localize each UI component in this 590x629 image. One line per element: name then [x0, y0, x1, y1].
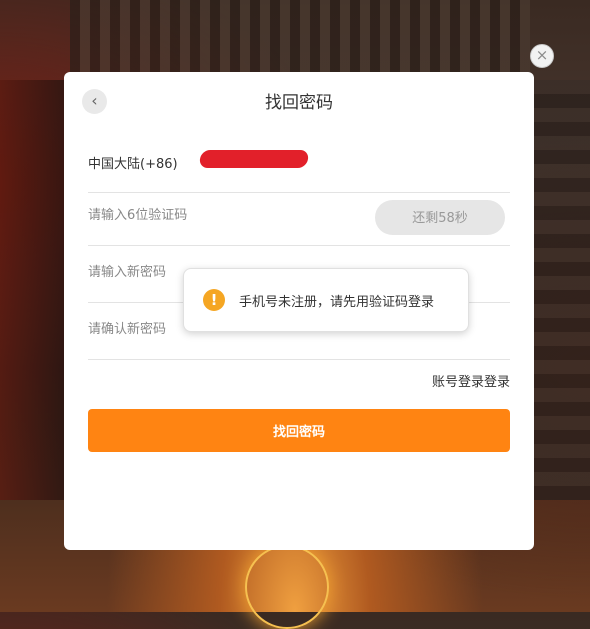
background-glow: [245, 545, 329, 629]
warning-icon: !: [203, 289, 225, 311]
verification-code-input[interactable]: [88, 203, 368, 227]
code-row: 还剩58秒: [88, 189, 510, 246]
background-pillar-right: [534, 80, 590, 500]
phone-row: 中国大陆(+86): [88, 136, 510, 193]
account-login-link[interactable]: 账号登录登录: [432, 371, 510, 390]
phone-number-redacted: [198, 150, 310, 168]
background-roof: [70, 0, 530, 72]
dialog-title: 找回密码: [265, 93, 333, 113]
close-icon[interactable]: ×: [530, 44, 554, 68]
error-toast: ! 手机号未注册，请先用验证码登录: [183, 268, 469, 332]
resend-code-button[interactable]: 还剩58秒: [375, 200, 505, 235]
background-pillar-left: [0, 80, 64, 500]
find-password-button[interactable]: 找回密码: [88, 409, 510, 452]
phone-region-label: 中国大陆(+86): [88, 157, 178, 172]
toast-message: 手机号未注册，请先用验证码登录: [239, 295, 435, 310]
